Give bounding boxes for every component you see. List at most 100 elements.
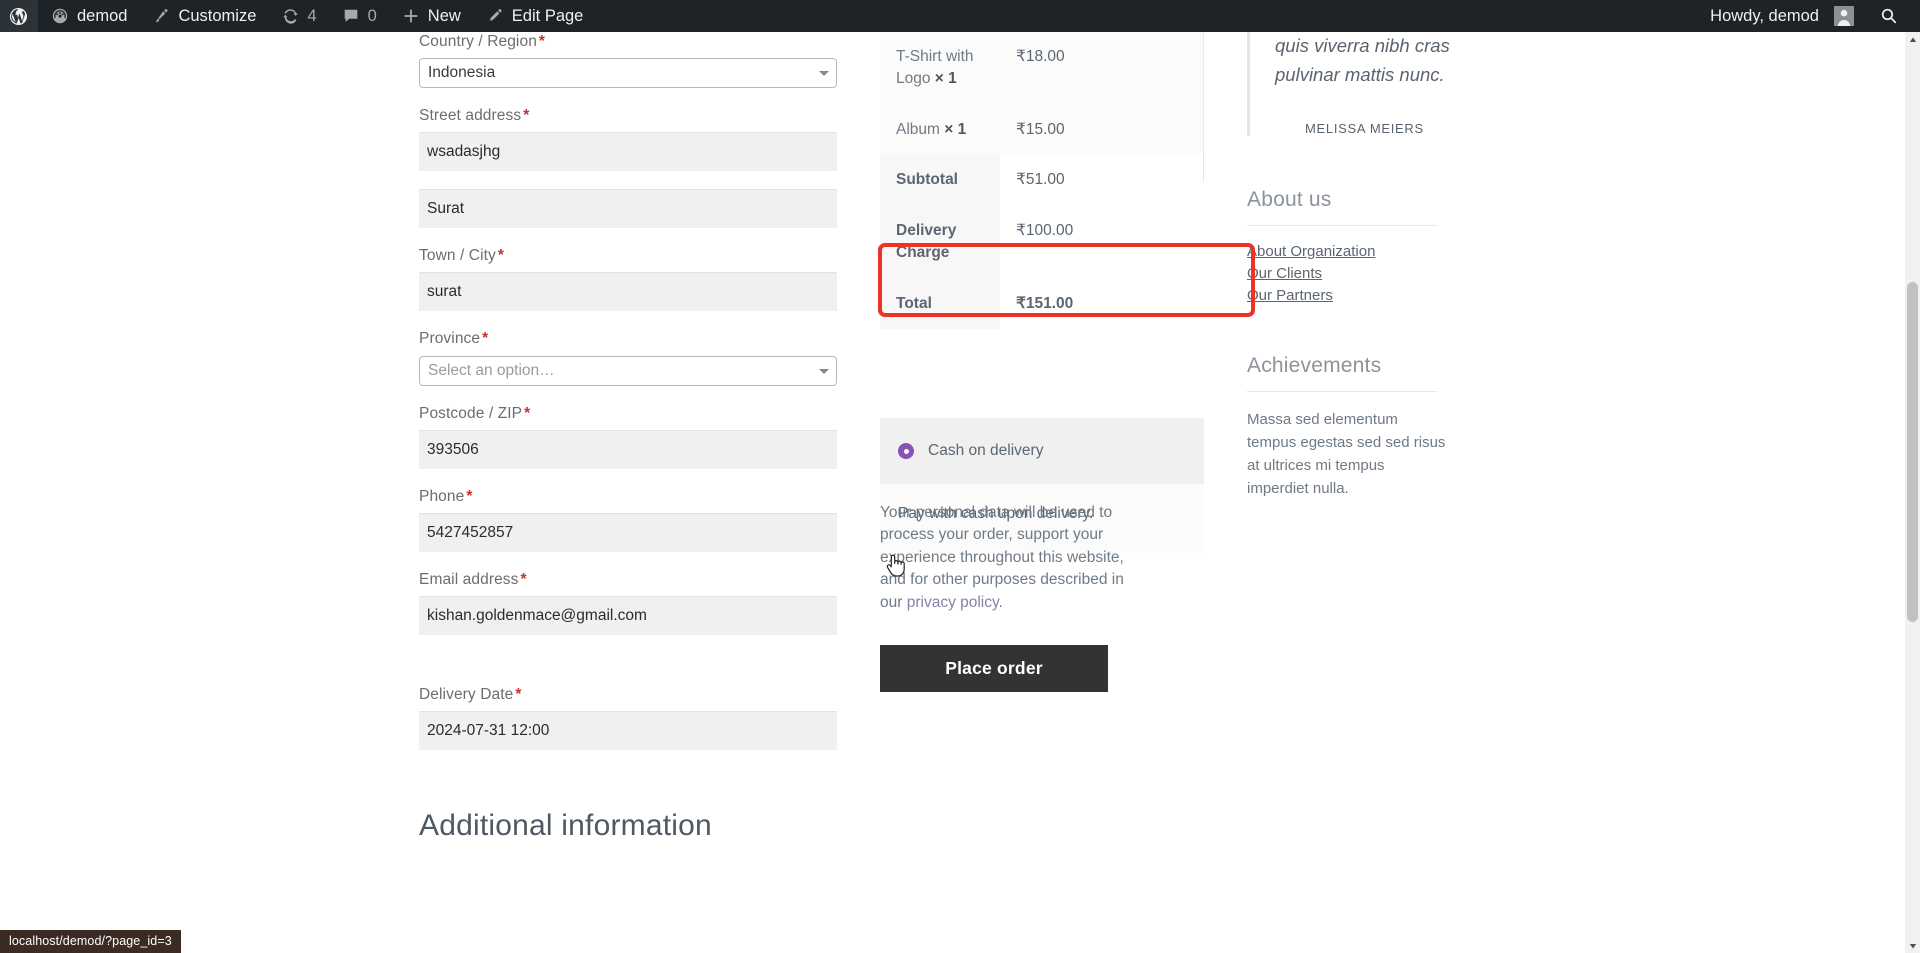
link-our-partners[interactable]: Our Partners (1247, 287, 1333, 304)
place-order-button[interactable]: Place order (880, 645, 1108, 693)
order-item-name: Album × 1 (880, 104, 1000, 156)
delivery-date-label-text: Delivery Date (419, 685, 514, 703)
province-select-value: Select an option… (428, 361, 555, 379)
link-about-organization[interactable]: About Organization (1247, 243, 1375, 260)
customize-label: Customize (178, 6, 257, 25)
comments-button[interactable]: 0 (329, 0, 389, 32)
widget-divider (1247, 391, 1437, 393)
testimonial-quote-text: quis viverra nibh cras pulvinar mattis n… (1275, 35, 1450, 85)
required-marker: * (482, 330, 489, 348)
town-city-label-text: Town / City (419, 247, 496, 265)
town-city-input[interactable] (419, 272, 837, 312)
postcode-label: Postcode / ZIP * (419, 404, 837, 424)
field-row-address-line-2 (419, 189, 837, 229)
order-item-amount: ₹15.00 (1000, 104, 1204, 156)
billing-details-form: Country / Region * Indonesia Street addre… (419, 32, 837, 844)
postcode-input[interactable] (419, 429, 837, 469)
field-row-phone: Phone * (419, 487, 837, 552)
field-row-street-address: Street address * (419, 106, 837, 172)
street-address-label-text: Street address (419, 107, 522, 125)
list-item: About Organization (1247, 243, 1485, 261)
about-us-link-list: About Organization Our Clients Our Partn… (1247, 243, 1485, 305)
total-label: Total (880, 278, 1000, 330)
scroll-up-arrow-icon[interactable] (1905, 32, 1920, 47)
province-label: Province * (419, 329, 837, 349)
privacy-policy-suffix: . (998, 593, 1003, 611)
plus-icon (401, 6, 421, 26)
required-marker: * (466, 487, 473, 505)
delivery-charge-label: Delivery Charge (880, 205, 1000, 279)
field-row-town-city: Town / City * (419, 246, 837, 312)
delivery-date-label: Delivery Date * (419, 685, 837, 705)
province-select[interactable]: Select an option… (419, 355, 837, 386)
page-viewport: Country / Region * Indonesia Street addre… (0, 32, 1920, 953)
order-item-qty: × 1 (934, 70, 957, 88)
terms-inner: Your personal data will be used to proce… (880, 502, 1145, 693)
vertical-scrollbar[interactable] (1905, 32, 1920, 953)
new-content-label: New (427, 6, 461, 25)
site-name-button[interactable]: demod (38, 0, 139, 32)
email-label: Email address * (419, 570, 837, 590)
scrollbar-thumb[interactable] (1907, 282, 1918, 622)
admin-bar-left-group: demod Customize 4 0 New Edit Page (0, 0, 595, 32)
radio-selected-icon[interactable] (898, 443, 914, 459)
email-input[interactable] (419, 595, 837, 635)
country-label-text: Country / Region (419, 33, 537, 50)
total-amount: ₹151.00 (1000, 278, 1204, 330)
delivery-date-input[interactable] (419, 711, 837, 751)
street-address-input[interactable] (419, 132, 837, 172)
subtotal-amount: ₹51.00 (1000, 155, 1204, 206)
phone-input[interactable] (419, 512, 837, 552)
email-label-text: Email address (419, 570, 519, 588)
comment-bubble-icon (341, 6, 361, 26)
howdy-label: Howdy, demod (1710, 6, 1819, 25)
updates-icon (280, 6, 300, 26)
order-table-right-divider (1203, 32, 1204, 182)
required-marker: * (520, 570, 527, 588)
wordpress-logo-icon (8, 6, 28, 26)
field-row-email: Email address * (419, 570, 837, 635)
chevron-down-icon (819, 71, 829, 77)
wordpress-logo-button[interactable] (0, 0, 38, 32)
subtotal-label: Subtotal (880, 155, 1000, 206)
page-sidebar: quis viverra nibh cras pulvinar mattis n… (1247, 32, 1485, 501)
edit-page-button[interactable]: Edit Page (473, 0, 596, 32)
chevron-down-icon (819, 368, 829, 374)
widget-title-achievements: Achievements (1247, 354, 1382, 378)
table-row-delivery-charge: Delivery Charge ₹100.00 (880, 205, 1204, 279)
widget-divider (1247, 225, 1437, 227)
address-line-2-input[interactable] (419, 189, 837, 229)
link-status-bar: localhost/demod/?page_id=3 (0, 930, 181, 953)
user-avatar-icon (1834, 6, 1854, 26)
required-marker: * (538, 33, 546, 50)
list-item: Our Partners (1247, 287, 1485, 305)
privacy-policy-link[interactable]: privacy policy (907, 594, 999, 611)
country-label: Country / Region * (419, 32, 837, 52)
search-icon[interactable] (1866, 0, 1912, 32)
street-address-label: Street address * (419, 106, 837, 126)
country-select-value: Indonesia (428, 64, 496, 82)
order-item-label: Album (896, 120, 940, 138)
link-our-clients[interactable]: Our Clients (1247, 265, 1322, 282)
order-item-name: T-Shirt with Logo × 1 (880, 32, 1000, 105)
paintbrush-icon (151, 6, 171, 26)
country-select[interactable]: Indonesia (419, 58, 837, 89)
payment-method-cash-on-delivery[interactable]: Cash on delivery (880, 418, 1204, 484)
list-item: Our Clients (1247, 265, 1485, 283)
widget-achievements: Achievements Massa sed elementum tempus … (1247, 354, 1485, 500)
testimonial-quote: quis viverra nibh cras pulvinar mattis n… (1247, 32, 1485, 137)
widget-title-about-us: About us (1247, 188, 1332, 212)
table-row-subtotal: Subtotal ₹51.00 (880, 155, 1204, 206)
site-name-label: demod (77, 6, 128, 25)
new-content-button[interactable]: New (389, 0, 473, 32)
updates-button[interactable]: 4 (268, 0, 328, 32)
table-row-product-tshirt: T-Shirt with Logo × 1 ₹18.00 (880, 32, 1204, 105)
customize-button[interactable]: Customize (139, 0, 268, 32)
scroll-down-arrow-icon[interactable] (1905, 938, 1920, 953)
my-account-button[interactable]: Howdy, demod (1698, 0, 1866, 32)
phone-label: Phone * (419, 487, 837, 507)
updates-count: 4 (307, 6, 317, 25)
order-review-panel: T-Shirt with Logo × 1 ₹18.00 Album × 1 ₹… (880, 32, 1204, 330)
wp-admin-bar: demod Customize 4 0 New Edit Page Howdy,… (0, 0, 1920, 32)
widget-about-us: About us About Organization Our Clients … (1247, 188, 1485, 305)
